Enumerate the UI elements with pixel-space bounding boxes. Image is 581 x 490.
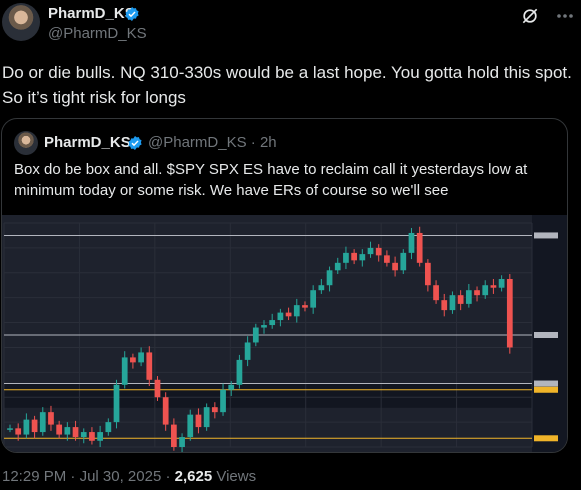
- quoted-separator: ·: [250, 134, 256, 151]
- chart-background: [2, 215, 567, 452]
- candle-body: [392, 262, 398, 271]
- tweet-text: Do or die bulls. NQ 310-330s would be a …: [2, 63, 572, 107]
- quoted-handle: @PharmD_KS: [148, 134, 247, 151]
- views-count: 2,625: [174, 468, 213, 485]
- candle-body: [211, 407, 218, 413]
- candle-body: [277, 312, 284, 321]
- quoted-text: Box do be box and all. $SPY SPX ES have …: [14, 161, 528, 199]
- candle-body: [474, 290, 480, 296]
- candle-body: [425, 262, 431, 286]
- candle-body: [23, 419, 30, 435]
- candle-body: [64, 427, 71, 435]
- candle-body: [162, 397, 169, 425]
- candle-body: [56, 424, 63, 435]
- tweet-date: Jul 30, 2025: [79, 468, 162, 485]
- author-handle[interactable]: @PharmD_KS: [48, 25, 147, 42]
- candle-body: [449, 295, 456, 311]
- candle-body: [343, 252, 349, 263]
- candle-body: [121, 357, 128, 385]
- candle-body: [498, 279, 505, 288]
- candle-body: [203, 407, 210, 428]
- candle-body: [48, 412, 54, 425]
- candle-body: [146, 352, 153, 380]
- verified-badge-icon: [125, 7, 139, 21]
- candle-body: [72, 427, 79, 438]
- candle-body: [285, 312, 292, 317]
- candle-body: [384, 255, 390, 263]
- candle-body: [138, 352, 144, 363]
- candle-body: [261, 325, 267, 328]
- candle-body: [105, 422, 112, 433]
- candle-body: [195, 414, 202, 428]
- candle-body: [482, 285, 489, 296]
- tweet-time: 12:29 PM: [2, 468, 67, 485]
- candle-body: [433, 285, 439, 301]
- candle-body: [293, 305, 300, 317]
- candle-body: [97, 432, 103, 441]
- candle-body: [506, 279, 513, 348]
- candle-body: [269, 320, 276, 326]
- level-price-tag: [534, 332, 558, 338]
- level-price-tag: [534, 386, 558, 393]
- candle-body: [465, 290, 472, 304]
- candle-body: [244, 342, 251, 360]
- candle-body: [318, 285, 325, 291]
- candle-body: [171, 424, 177, 447]
- grok-icon[interactable]: [520, 6, 540, 26]
- verified-badge-icon: [128, 136, 142, 150]
- candle-body: [179, 437, 185, 447]
- candle-body: [490, 285, 497, 288]
- candle-body: [7, 428, 13, 430]
- candle-body: [375, 247, 382, 256]
- quoted-avatar: [14, 131, 38, 155]
- candle-body: [39, 412, 46, 433]
- candle-body: [187, 414, 194, 438]
- avatar[interactable]: [2, 3, 40, 41]
- level-price-tag: [534, 435, 558, 442]
- level-price-tag: [534, 380, 558, 387]
- candle-body: [220, 389, 226, 413]
- quoted-handle-line: @PharmD_KS · 2h: [148, 134, 277, 151]
- candle-body: [252, 327, 259, 343]
- candle-body: [334, 262, 341, 271]
- chart-image[interactable]: [2, 215, 567, 452]
- quoted-display-name: PharmD_KS: [44, 134, 131, 151]
- candle-body: [80, 432, 87, 438]
- author-display-name[interactable]: PharmD_KS: [48, 5, 135, 22]
- candle-body: [457, 295, 464, 304]
- candlestick-chart: [2, 215, 567, 452]
- candle-body: [416, 232, 423, 263]
- candle-body: [15, 428, 22, 435]
- candle-body: [359, 254, 366, 261]
- quoted-age: 2h: [259, 134, 277, 151]
- candle-body: [89, 432, 95, 441]
- candle-body: [400, 252, 407, 271]
- candle-body: [302, 305, 308, 308]
- candle-body: [326, 270, 333, 286]
- box-zone: [4, 383, 532, 408]
- tweet-header: PharmD_KS @PharmD_KS: [0, 0, 581, 48]
- candle-body: [228, 384, 235, 390]
- tweet-timestamp[interactable]: 12:29 PM · Jul 30, 2025 · 2,625 Views: [2, 468, 256, 485]
- level-price-tag: [534, 232, 558, 239]
- candle-body: [351, 252, 357, 261]
- more-horizontal-icon[interactable]: [555, 6, 575, 26]
- candle-body: [236, 359, 243, 385]
- candle-body: [154, 379, 161, 398]
- candle-body: [113, 384, 120, 423]
- candle-body: [408, 232, 415, 253]
- candle-body: [130, 357, 136, 363]
- candle-body: [310, 290, 317, 308]
- candle-body: [441, 300, 448, 311]
- quoted-tweet[interactable]: PharmD_KS @PharmD_KS · 2h Box do be box …: [1, 118, 568, 453]
- candle-body: [31, 419, 38, 433]
- candle-body: [367, 247, 374, 255]
- views-label: Views: [216, 468, 257, 485]
